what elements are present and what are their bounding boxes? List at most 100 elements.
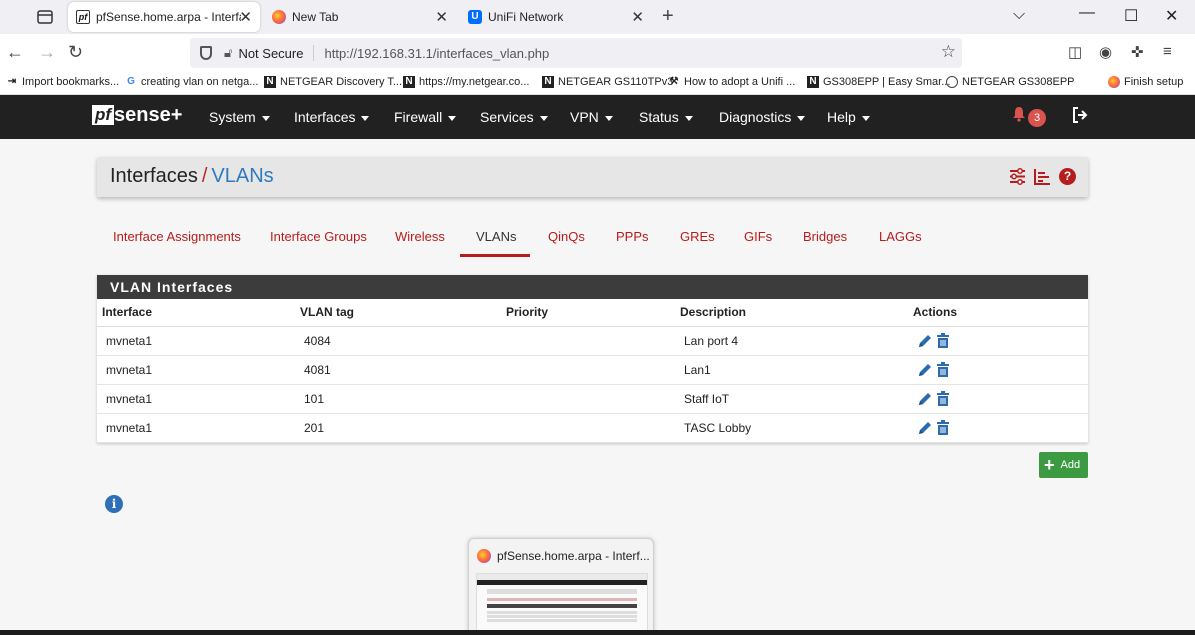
app-menu-icon[interactable]: ≡ xyxy=(1163,43,1172,60)
menu-status[interactable]: Status xyxy=(639,109,693,125)
info-icon[interactable]: i xyxy=(105,495,123,513)
tab-laggs[interactable]: LAGGs xyxy=(879,229,922,244)
caret-down-icon xyxy=(261,115,270,121)
log-chart-icon[interactable] xyxy=(1034,168,1051,185)
breadcrumb-page[interactable]: VLANs xyxy=(211,165,273,187)
address-bar[interactable]: 🔓︎ Not Secure http://192.168.31.1/interf… xyxy=(190,38,962,68)
table-row: mvneta1 101 Staff IoT xyxy=(97,384,1088,414)
tab-bridges[interactable]: Bridges xyxy=(803,229,847,244)
tab-gres[interactable]: GREs xyxy=(680,229,715,244)
bookmark-label: How to adopt a Unifi ... xyxy=(684,76,796,88)
edit-pencil-icon[interactable] xyxy=(917,420,933,436)
bookmark-label: NETGEAR GS308EPP xyxy=(962,76,1075,88)
edit-pencil-icon[interactable] xyxy=(917,362,933,378)
delete-trash-icon[interactable] xyxy=(936,419,950,436)
bookmark-adopt-unifi[interactable]: ⚒ How to adopt a Unifi ... xyxy=(668,76,796,88)
tab-qinqs[interactable]: QinQs xyxy=(548,229,585,244)
menu-firewall[interactable]: Firewall xyxy=(394,109,457,125)
close-tab-icon[interactable]: ✕ xyxy=(631,8,644,26)
bookmark-gs110tpv3[interactable]: N NETGEAR GS110TPv3 xyxy=(542,76,673,88)
url-text[interactable]: http://192.168.31.1/interfaces_vlan.php xyxy=(324,46,549,61)
back-arrow-icon[interactable]: ← xyxy=(6,42,24,63)
new-tab-plus-icon[interactable]: + xyxy=(662,5,674,28)
tracking-shield-icon[interactable] xyxy=(200,46,212,60)
logo-sense: sense+ xyxy=(114,104,183,126)
reload-icon[interactable]: ↻ xyxy=(68,42,83,63)
firefox-icon xyxy=(477,549,491,563)
menu-vpn[interactable]: VPN xyxy=(570,109,613,125)
minimize-icon[interactable]: — xyxy=(1079,4,1095,22)
edit-pencil-icon[interactable] xyxy=(917,333,933,349)
tab-title: New Tab xyxy=(292,10,339,24)
delete-trash-icon[interactable] xyxy=(936,361,950,378)
add-vlan-button[interactable]: + Add xyxy=(1039,452,1088,478)
browser-tab-new-tab[interactable]: New Tab ✕ xyxy=(264,2,456,32)
bookmark-my-netgear[interactable]: Nhttps://my.netgear.co... xyxy=(403,76,529,88)
cell-vlan-tag: 4081 xyxy=(295,355,501,385)
maximize-icon[interactable]: ☐ xyxy=(1124,6,1138,26)
close-tab-icon[interactable]: ✕ xyxy=(239,8,252,26)
notification-count-badge[interactable]: 3 xyxy=(1028,109,1046,127)
tab-gifs[interactable]: GIFs xyxy=(744,229,772,244)
tab-ppps[interactable]: PPPs xyxy=(616,229,649,244)
menu-system[interactable]: System xyxy=(209,109,270,125)
tab-vlans[interactable]: VLANs xyxy=(476,229,516,244)
delete-trash-icon[interactable] xyxy=(936,332,950,349)
cell-actions xyxy=(908,413,1088,443)
pfsense-logo[interactable]: pf sense+ xyxy=(92,105,182,125)
table-row: mvneta1 201 TASC Lobby xyxy=(97,413,1088,443)
netgear-icon: N xyxy=(807,76,819,88)
edit-pencil-icon[interactable] xyxy=(917,391,933,407)
cell-description: TASC Lobby xyxy=(675,413,908,443)
menu-services[interactable]: Services xyxy=(480,109,548,125)
caret-down-icon xyxy=(448,115,457,121)
cell-vlan-tag: 101 xyxy=(295,384,501,414)
browser-tab-unifi[interactable]: U UniFi Network ✕ xyxy=(460,2,652,32)
bookmark-finish-setup[interactable]: Finish setup xyxy=(1108,76,1183,88)
tab-wireless[interactable]: Wireless xyxy=(395,229,445,244)
forward-arrow-icon[interactable]: → xyxy=(38,42,56,63)
list-all-tabs-chevron-icon[interactable]: ⌵ xyxy=(1013,6,1025,24)
bookmark-import[interactable]: ⇥ Import bookmarks... xyxy=(6,76,119,88)
bookmark-creating-vlan[interactable]: Gcreating vlan on netga... xyxy=(125,76,258,88)
account-icon[interactable]: ◉ xyxy=(1099,43,1112,61)
bookmark-gs308epp[interactable]: NETGEAR GS308EPP xyxy=(946,76,1075,88)
column-header-description[interactable]: Description xyxy=(675,299,908,327)
cell-priority xyxy=(501,384,675,414)
browser-tab-pfsense[interactable]: pf pfSense.home.arpa - Interfaces: VLANs… xyxy=(68,2,260,32)
taskbar-window-preview[interactable]: pfSense.home.arpa - Interf... xyxy=(468,538,654,635)
pocket-icon[interactable]: ◫ xyxy=(1068,43,1082,61)
pfsense-top-nav: pf sense+ System Interfaces Firewall Ser… xyxy=(0,95,1195,139)
column-header-interface[interactable]: Interface xyxy=(97,299,295,327)
bookmark-netgear-discovery[interactable]: N NETGEAR Discovery T... xyxy=(264,76,402,88)
extensions-icon[interactable]: ✜ xyxy=(1131,43,1144,61)
menu-label: Diagnostics xyxy=(719,109,792,125)
tab-overview-icon[interactable] xyxy=(34,7,56,27)
preview-title: pfSense.home.arpa - Interf... xyxy=(477,549,650,563)
breadcrumb-section[interactable]: Interfaces xyxy=(110,165,198,187)
tab-interface-groups[interactable]: Interface Groups xyxy=(270,229,367,244)
column-header-vlan-tag[interactable]: VLAN tag xyxy=(295,299,501,327)
menu-interfaces[interactable]: Interfaces xyxy=(294,109,370,125)
notifications-bell-icon[interactable] xyxy=(1011,106,1027,122)
filter-sliders-icon[interactable] xyxy=(1009,168,1026,185)
column-header-priority[interactable]: Priority xyxy=(501,299,675,327)
bookmark-star-icon[interactable]: ☆ xyxy=(941,42,956,62)
google-icon: G xyxy=(127,76,135,87)
bookmark-label: NETGEAR GS110TPv3 xyxy=(558,76,674,88)
close-window-icon[interactable]: ✕ xyxy=(1165,6,1178,26)
menu-help[interactable]: Help xyxy=(827,109,870,125)
insecure-lock-icon[interactable]: 🔓︎ xyxy=(224,45,232,61)
menu-diagnostics[interactable]: Diagnostics xyxy=(719,109,806,125)
tab-interface-assignments[interactable]: Interface Assignments xyxy=(113,229,241,244)
bookmark-gs308epp-easy[interactable]: N GS308EPP | Easy Smar... xyxy=(807,76,950,88)
cell-interface: mvneta1 xyxy=(97,384,295,414)
pfsense-favicon-icon: pf xyxy=(76,10,90,24)
active-tab-underline xyxy=(460,254,530,257)
logout-icon[interactable] xyxy=(1071,106,1089,124)
help-icon[interactable]: ? xyxy=(1059,168,1076,185)
delete-trash-icon[interactable] xyxy=(936,390,950,407)
caret-down-icon xyxy=(861,115,870,121)
cell-vlan-tag: 4084 xyxy=(295,326,501,356)
close-tab-icon[interactable]: ✕ xyxy=(435,8,448,26)
